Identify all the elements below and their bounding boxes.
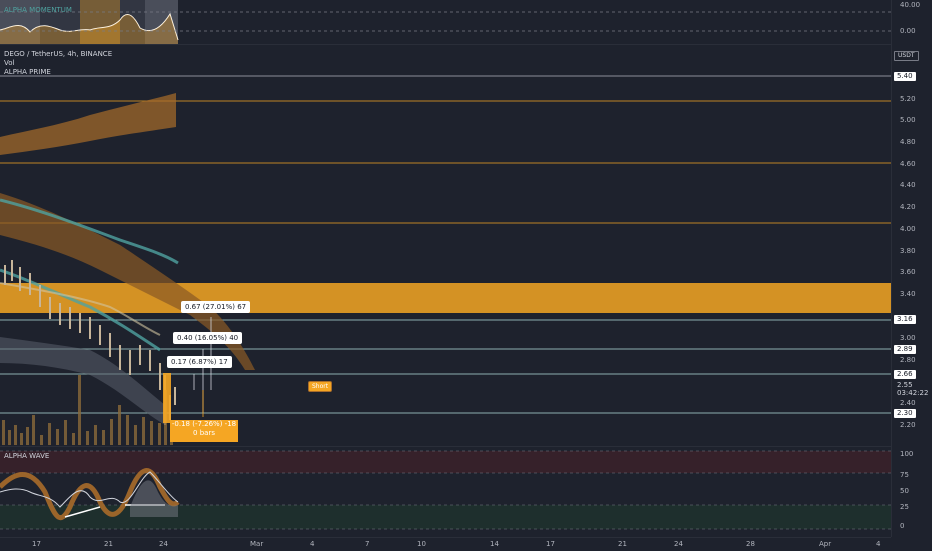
price-tag-5-40: 5.40 (894, 72, 916, 81)
price-axis[interactable]: 40.00 0.00 USDT 5.40 5.20 5.00 4.80 4.60… (891, 0, 932, 537)
price-tag-2-66: 2.66 (894, 370, 916, 379)
time-label-7: 7 (365, 540, 370, 548)
main-chart-pane[interactable]: DEGO / TetherUS, 4h, BINANCE Vol ALPHA P… (0, 45, 891, 445)
symbol-legend[interactable]: DEGO / TetherUS, 4h, BINANCE (4, 50, 112, 59)
momentum-pane[interactable]: ALPHA MOMENTUM (0, 0, 891, 45)
time-label-4: 4 (310, 540, 315, 548)
time-label-21b: 21 (618, 540, 627, 548)
price-tag-2-89: 2.89 (894, 345, 916, 354)
price-chart (0, 75, 891, 445)
time-label-17b: 17 (546, 540, 555, 548)
price-tick-4-20: 4.20 (900, 203, 916, 211)
wave-tick-50: 50 (900, 487, 909, 495)
currency-tag: USDT (894, 51, 919, 61)
time-label-4b: 4 (876, 540, 881, 548)
momentum-legend: ALPHA MOMENTUM (4, 6, 72, 14)
time-label-mar: Mar (250, 540, 264, 548)
time-axis[interactable]: 17 21 24 Mar 4 7 10 14 17 21 24 28 Apr 4 (0, 537, 891, 551)
alpha-wave-legend[interactable]: ALPHA WAVE (4, 452, 49, 461)
price-tick-4-40: 4.40 (900, 181, 916, 189)
time-label-24b: 24 (674, 540, 683, 548)
wave-tick-75: 75 (900, 471, 909, 479)
stop-line-2: 0 bars (193, 429, 215, 437)
price-tick-4-80: 4.80 (900, 138, 916, 146)
price-tick-5-00: 5.00 (900, 116, 916, 124)
price-tick-2-40: 2.40 (900, 399, 916, 407)
price-tick-2-80: 2.80 (900, 356, 916, 364)
wave-tick-100: 100 (900, 450, 914, 458)
time-label-28: 28 (746, 540, 755, 548)
price-tag-2-30: 2.30 (894, 409, 916, 418)
price-tick-2-20: 2.20 (900, 421, 916, 429)
wave-tick-25: 25 (900, 503, 909, 511)
time-label-10: 10 (417, 540, 426, 548)
time-label-24: 24 (159, 540, 168, 548)
alpha-wave-pane[interactable]: ALPHA WAVE (0, 446, 891, 538)
short-marker[interactable]: Short (308, 381, 333, 392)
time-label-14: 14 (490, 540, 499, 548)
countdown-tag: 03:42:22 (894, 389, 932, 398)
stop-line-1: -0.18 (-7.26%) -18 (171, 420, 237, 428)
price-tag-3-16: 3.16 (894, 315, 916, 324)
price-tick-4-00: 4.00 (900, 225, 916, 233)
alpha-wave-chart (0, 450, 891, 530)
measure-target-2[interactable]: 0.40 (16.05%) 40 (173, 332, 243, 344)
alpha-prime-legend[interactable]: ALPHA PRIME (4, 68, 51, 77)
price-tick-3-60: 3.60 (900, 268, 916, 276)
momentum-chart (0, 0, 891, 44)
price-tick-3-00: 3.00 (900, 334, 916, 342)
price-tick-3-40: 3.40 (900, 290, 916, 298)
time-label-apr: Apr (819, 540, 832, 548)
measure-stop-box[interactable]: -0.18 (-7.26%) -18 0 bars (170, 420, 238, 442)
momentum-tick-0: 0.00 (900, 27, 916, 35)
wave-tick-0: 0 (900, 522, 905, 530)
measure-target-1[interactable]: 0.17 (6.87%) 17 (167, 356, 232, 368)
price-tick-4-60: 4.60 (900, 160, 916, 168)
momentum-tick-40: 40.00 (900, 1, 921, 9)
vol-legend[interactable]: Vol (4, 59, 14, 68)
measure-target-3[interactable]: 0.67 (27.01%) 67 (181, 301, 251, 313)
price-tick-3-80: 3.80 (900, 247, 916, 255)
time-label-17: 17 (32, 540, 41, 548)
price-tick-5-20: 5.20 (900, 95, 916, 103)
time-label-21: 21 (104, 540, 113, 548)
